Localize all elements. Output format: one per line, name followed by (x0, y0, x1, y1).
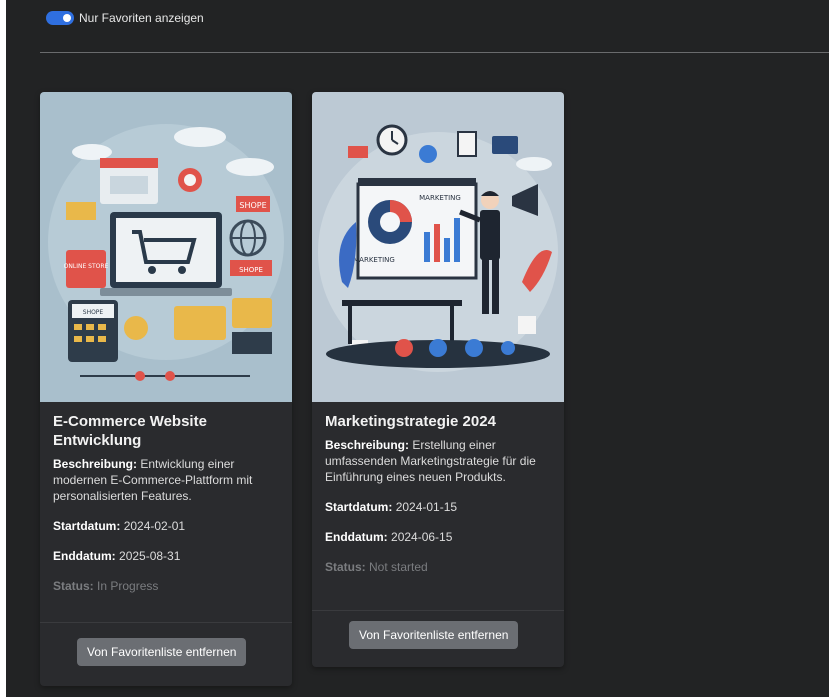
status-value: In Progress (97, 579, 159, 593)
favorites-filter[interactable]: Nur Favoriten anzeigen (46, 10, 204, 26)
shop-sign-1: SHOPE (239, 201, 266, 210)
project-end-date: Enddatum: 2025-08-31 (53, 548, 280, 564)
project-title: E-Commerce Website Entwicklung (53, 413, 207, 449)
project-description: Beschreibung: Entwicklung einer modernen… (53, 456, 280, 504)
project-start-date: Startdatum: 2024-02-01 (53, 518, 280, 534)
description-label: Beschreibung: (53, 457, 138, 471)
shop-sign-2: SHOPE (239, 266, 263, 274)
remove-favorite-button[interactable]: Von Favoritenliste entfernen (77, 638, 247, 666)
header-divider (40, 52, 829, 53)
project-end-date: Enddatum: 2024-06-15 (325, 529, 552, 545)
start-label: Startdatum: (53, 519, 121, 533)
project-start-date: Startdatum: 2024-01-15 (325, 499, 552, 515)
shop-sign-3: SHOPE (83, 309, 104, 316)
end-value: 2025-08-31 (119, 549, 181, 563)
status-label: Status: (53, 579, 94, 593)
project-card-marketing: MARKETING MARKETING Marketingstrategie 2… (312, 92, 564, 667)
marketing-illustration: MARKETING MARKETING (312, 92, 564, 402)
remove-favorite-button[interactable]: Von Favoritenliste entfernen (349, 621, 519, 649)
end-label: Enddatum: (325, 530, 388, 544)
start-value: 2024-02-01 (123, 519, 186, 533)
start-label: Startdatum: (325, 500, 393, 514)
online-store-label: ONLINE STORE (64, 263, 109, 270)
project-title: Marketingstrategie 2024 (325, 413, 496, 430)
project-status: Status: In Progress (53, 578, 280, 594)
favorites-toggle-switch[interactable] (46, 11, 74, 25)
status-label: Status: (325, 560, 366, 574)
ecommerce-illustration: SHOPE ONLINE STORE SHOPE SHOPE (40, 92, 292, 402)
project-card-ecommerce: SHOPE ONLINE STORE SHOPE SHOPE E-Commerc… (40, 92, 292, 686)
toggle-knob (63, 14, 71, 22)
end-label: Enddatum: (53, 549, 116, 563)
project-description: Beschreibung: Erstellung einer umfassend… (325, 437, 552, 485)
card-footer-divider (312, 610, 564, 611)
description-label: Beschreibung: (325, 438, 410, 452)
project-status: Status: Not started (325, 559, 552, 575)
app-background: Nur Favoriten anzeigen SHOPE ONLINE STOR… (6, 0, 829, 697)
card-footer-divider (40, 622, 292, 623)
status-value: Not started (369, 560, 428, 574)
board-marketing-label-2: MARKETING (353, 256, 395, 264)
card-body: E-Commerce Website Entwicklung Beschreib… (53, 412, 280, 608)
favorites-toggle-label[interactable]: Nur Favoriten anzeigen (79, 11, 204, 25)
end-value: 2024-06-15 (391, 530, 453, 544)
board-marketing-label: MARKETING (419, 194, 461, 202)
start-value: 2024-01-15 (395, 500, 458, 514)
card-body: Marketingstrategie 2024 Beschreibung: Er… (325, 412, 552, 589)
